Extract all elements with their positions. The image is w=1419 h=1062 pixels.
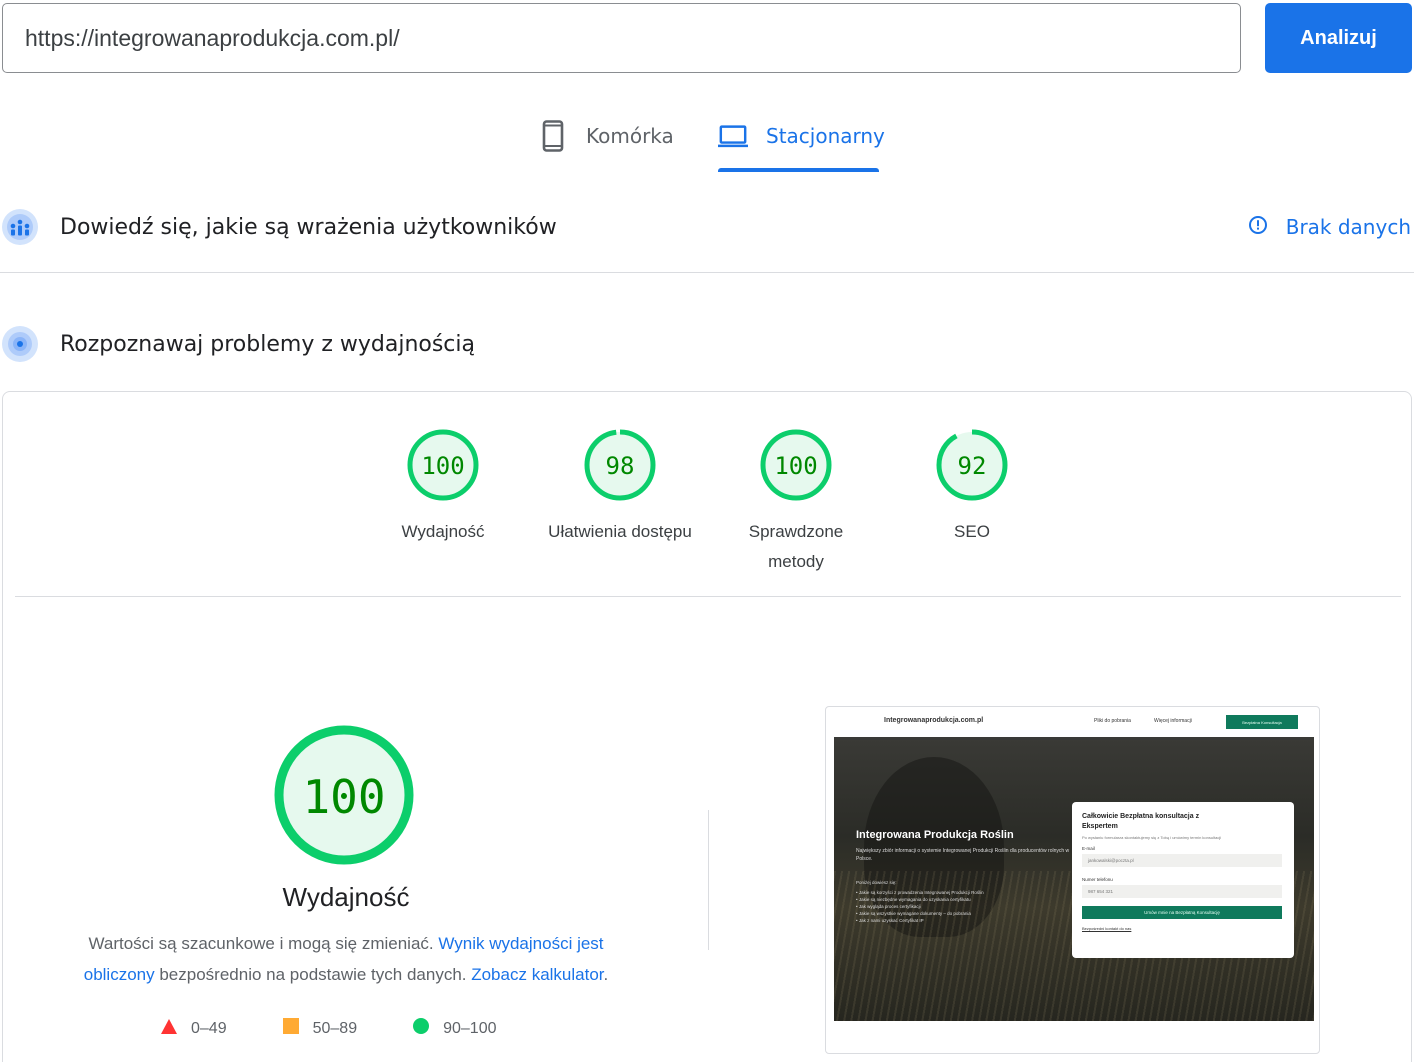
thumb-hero-title: Integrowana Produkcja Roślin: [856, 829, 1014, 841]
gauge-label: SEO: [954, 522, 990, 541]
lighthouse-target-icon: [2, 326, 38, 362]
thumb-brand: Integrowanaprodukcja.com.pl: [884, 717, 984, 724]
url-input[interactable]: [2, 3, 1241, 73]
desc-text-2: bezpośrednio na podstawie tych danych.: [154, 965, 472, 984]
gauge-seo[interactable]: 92 SEO: [887, 427, 1057, 547]
analyze-button[interactable]: Analizuj: [1265, 3, 1412, 73]
no-data-label: Brak danych: [1285, 215, 1411, 239]
calculator-link[interactable]: Zobacz kalkulator: [471, 965, 603, 984]
thumb-navbar: Integrowanaprodukcja.com.pl Pliki do pob…: [834, 707, 1314, 737]
performance-big-gauge: 100: [274, 725, 414, 865]
gauge-score: 100: [774, 452, 817, 480]
section-divider: [0, 272, 1414, 273]
legend-range: 0–49: [191, 1019, 227, 1037]
legend-item-fail: 0–49: [161, 1018, 227, 1039]
thumb-form-button: Umów mnie na Bezpłatną Konsultację: [1082, 906, 1282, 919]
gauge-accessibility[interactable]: 98 Ułatwienia dostępu: [535, 427, 705, 547]
thumb-nav-button: Bezpłatna Konsultacja: [1226, 715, 1298, 729]
gauge-best-practices[interactable]: 100 Sprawdzone metody: [711, 427, 881, 577]
score-legend: 0–49 50–89 90–100: [161, 1018, 552, 1039]
legend-range: 90–100: [443, 1019, 497, 1037]
desc-text-3: .: [603, 965, 609, 984]
gauge-label: Ułatwienia dostępu: [548, 522, 692, 541]
thumb-nav-link: Więcej informacji: [1154, 718, 1192, 724]
performance-title: Wydajność: [282, 882, 410, 912]
tab-mobile[interactable]: Komórka: [538, 114, 674, 172]
lighthouse-section-header: Rozpoznawaj problemy z wydajnością: [0, 326, 1419, 362]
gauge-score: 100: [421, 452, 464, 480]
thumb-email-label: E-mail: [1082, 846, 1095, 851]
thumb-list-intro: Poniżej dowiesz się:: [856, 880, 897, 885]
tab-desktop-label: Stacjonarny: [766, 124, 885, 148]
thumb-list-item: • Jak z nami uzyskać Certyfikat IP: [856, 918, 924, 923]
thumb-nav-link: Pliki do pobrania: [1094, 718, 1131, 724]
crux-title: Dowiedź się, jakie są wrażenia użytkowni…: [60, 214, 557, 240]
gauge-ring: 98: [584, 429, 656, 501]
gauge-ring: 100: [760, 429, 832, 501]
tab-desktop[interactable]: Stacjonarny: [718, 114, 885, 172]
info-icon: [1248, 215, 1268, 240]
thumb-email-field: jankowalski@poczta.pl: [1082, 854, 1282, 867]
gauge-label: Sprawdzone metody: [748, 522, 844, 571]
circle-icon: [413, 1018, 430, 1039]
performance-big-score: 100: [302, 770, 385, 824]
tab-mobile-label: Komórka: [586, 124, 674, 148]
gauge-score: 98: [606, 452, 635, 480]
gauge-ring: 92: [936, 429, 1008, 501]
smartphone-icon: [538, 114, 568, 158]
gauge-label: Wydajność: [401, 522, 485, 541]
gauge-score: 92: [958, 452, 987, 480]
thumb-list-item: • Jakie są wszystkie wymagane dokumenty …: [856, 911, 971, 916]
crux-section-header: Dowiedź się, jakie są wrażenia użytkowni…: [0, 209, 1419, 245]
card-divider: [15, 596, 1401, 597]
triangle-icon: [161, 1018, 177, 1039]
lighthouse-title: Rozpoznawaj problemy z wydajnością: [60, 331, 475, 357]
crux-people-icon: [2, 209, 38, 245]
gauge-performance[interactable]: 100 Wydajność: [358, 427, 528, 547]
performance-description: Wartości są szacunkowe i mogą się zmieni…: [63, 928, 629, 990]
legend-item-pass: 90–100: [413, 1018, 496, 1039]
thumb-phone-label: Numer telefonu: [1082, 877, 1113, 882]
legend-item-average: 50–89: [282, 1018, 358, 1039]
laptop-icon: [718, 114, 748, 158]
legend-range: 50–89: [312, 1019, 358, 1037]
report-card: 100 Wydajność 98 Ułatwienia dostępu 100 …: [2, 391, 1412, 1062]
thumb-phone-field: 987 654 321: [1082, 885, 1282, 898]
thumb-list-item: • Jakie są niezbędne wymagania do uzyska…: [856, 897, 971, 902]
gauge-ring: 100: [407, 429, 479, 501]
thumb-list-item: • Jakie są korzyści z prowadzenia Integr…: [856, 890, 984, 895]
thumb-list-item: • Jak wygląda proces certyfikacji: [856, 904, 921, 909]
thumb-contact-form: Całkowicie Bezpłatna konsultacja z Ekspe…: [1072, 802, 1294, 958]
thumb-form-title: Całkowicie Bezpłatna konsultacja z Ekspe…: [1082, 813, 1200, 830]
page-screenshot: Integrowanaprodukcja.com.pl Pliki do pob…: [825, 706, 1320, 1054]
thumb-form-footer: Bezpośredni kontakt do nas: [1082, 926, 1132, 931]
desc-text-1: Wartości są szacunkowe i mogą się zmieni…: [88, 934, 439, 953]
active-tab-indicator: [718, 168, 879, 172]
square-icon: [282, 1018, 299, 1039]
thumb-hero-subtitle: Największy zbiór informacji o systemie I…: [856, 848, 1070, 862]
no-data-link[interactable]: Brak danych: [1248, 215, 1411, 240]
thumb-hero: Integrowana Produkcja Roślin Największy …: [834, 737, 1314, 1021]
vertical-divider: [708, 810, 709, 950]
thumb-hero-list: Poniżej dowiesz się: • Jakie są korzyści…: [856, 879, 1076, 924]
thumb-form-subtitle: Po wysłaniu formularza skontaktujemy się…: [1082, 835, 1222, 840]
